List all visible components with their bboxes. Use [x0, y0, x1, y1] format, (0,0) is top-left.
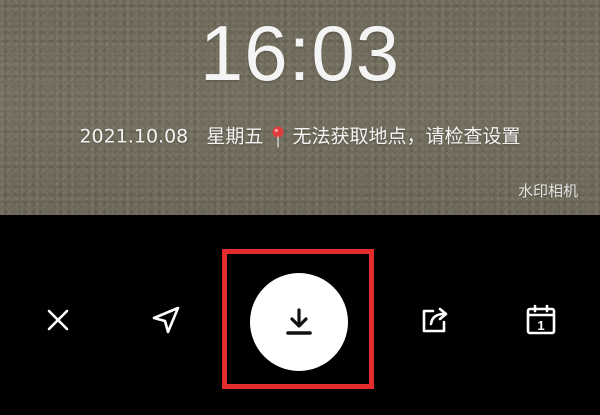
- watermark-location-message: 无法获取地点，请检查设置: [292, 125, 521, 148]
- location-pin-icon: [272, 126, 284, 147]
- watermark-date: 2021.10.08: [79, 125, 189, 148]
- share-button[interactable]: [418, 303, 452, 337]
- calendar-icon: 1: [526, 304, 556, 335]
- watermark-camera-screen: 16:03 2021.10.08 星期五 无法获取地点，请检查设置 水印相机 1: [0, 0, 600, 415]
- bottom-toolbar: 1: [0, 215, 600, 415]
- download-button[interactable]: [250, 273, 348, 371]
- calendar-button[interactable]: 1: [524, 303, 558, 337]
- calendar-day-label: 1: [537, 318, 544, 333]
- watermark-time: 16:03: [199, 9, 401, 97]
- navigation-arrow-icon: [152, 306, 180, 334]
- download-icon: [286, 308, 312, 335]
- watermark-weekday: 星期五: [206, 125, 264, 148]
- close-icon: [47, 309, 69, 331]
- watermark-brand-label: 水印相机: [517, 182, 578, 200]
- photo-preview: 16:03 2021.10.08 星期五 无法获取地点，请检查设置 水印相机: [0, 0, 600, 215]
- share-icon: [422, 307, 448, 333]
- location-button[interactable]: [149, 303, 183, 337]
- close-button[interactable]: [41, 303, 75, 337]
- watermark-info-line: 2021.10.08 星期五 无法获取地点，请检查设置: [0, 124, 600, 149]
